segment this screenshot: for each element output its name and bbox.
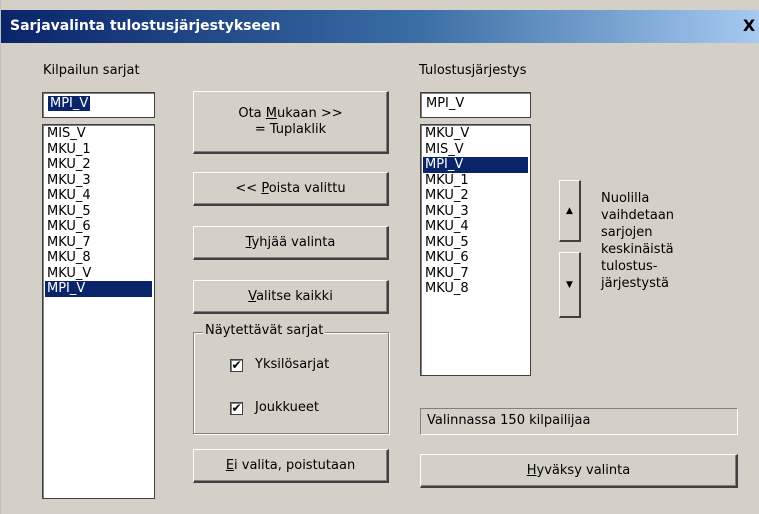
accept-selection-label: Hyväksy valinta [526,462,631,478]
add-to-order-label: Ota Mukaan >> = Tuplaklik [238,106,343,137]
cancel-exit-label: Ei valita, poistutaan [225,457,356,473]
shown-series-group [193,332,389,434]
list-item[interactable]: MKU_8 [423,281,528,297]
down-arrow-icon: ▼ [566,279,573,290]
print-order-input[interactable]: MPI_V [420,92,531,118]
window-title: Sarjavalinta tulostusjärjestykseen [10,18,281,34]
list-item[interactable]: MKU_6 [45,219,152,235]
available-series-list[interactable]: MIS_V MKU_1 MKU_2 MKU_3 MKU_4 MKU_5 MKU_6 MKU_7… [42,124,155,499]
list-item[interactable]: MKU_7 [45,235,152,251]
up-arrow-icon: ▲ [566,205,573,216]
list-item[interactable]: MKU_8 [45,250,152,266]
individual-series-label: Yksilösarjat [255,357,330,372]
clear-selection-button[interactable]: Tyhjää valinta [193,226,389,260]
list-item[interactable]: MKU_7 [423,266,528,282]
dialog-window: Sarjavalinta tulostusjärjestykseen X Kil… [0,0,759,514]
cancel-exit-button[interactable]: Ei valita, poistutaan [193,449,389,483]
list-item[interactable]: MIS_V [45,126,152,142]
list-item[interactable]: MKU_2 [45,157,152,173]
selection-status: Valinnassa 150 kilpailijaa [420,408,738,435]
print-order-list[interactable]: MKU_V MIS_V MPI_V MKU_1 MKU_2 MKU_3 MKU_4 MKU_5… [420,124,531,376]
list-item[interactable]: MKU_3 [423,204,528,220]
order-hint-text: Nuolilla vaihdetaan sarjojen keskinäistä… [601,191,675,291]
remove-selected-label: << Poista valittu [235,180,346,196]
clear-selection-label: Tyhjää valinta [245,234,336,250]
list-item[interactable]: MKU_2 [423,188,528,204]
individual-series-checkbox[interactable]: ✔ [230,359,243,372]
shown-series-group-label: Näytettävät sarjat [203,323,326,338]
list-item[interactable]: MKU_4 [45,188,152,204]
accept-selection-button[interactable]: Hyväksy valinta [420,454,738,488]
title-bar[interactable]: Sarjavalinta tulostusjärjestykseen X [1,10,759,43]
list-item[interactable]: MIS_V [423,142,528,158]
list-item[interactable]: MKU_4 [423,219,528,235]
list-item[interactable]: MKU_5 [423,235,528,251]
move-down-button[interactable]: ▼ [559,252,581,318]
list-item[interactable]: MKU_V [45,266,152,282]
available-series-input-value: MPI_V [48,96,91,111]
select-all-button[interactable]: Valitse kaikki [193,280,389,314]
add-to-order-button[interactable]: Ota Mukaan >> = Tuplaklik [193,91,389,154]
move-up-button[interactable]: ▲ [559,180,581,242]
print-order-input-value: MPI_V [426,96,465,111]
list-item[interactable]: MKU_1 [45,142,152,158]
select-all-label: Valitse kaikki [248,288,333,304]
teams-checkbox[interactable]: ✔ [230,402,243,415]
list-item[interactable]: MPI_V [423,157,528,173]
list-item[interactable]: MPI_V [45,281,152,297]
available-series-input[interactable]: MPI_V [42,92,155,118]
print-order-label: Tulostusjärjestys [419,63,527,78]
list-item[interactable]: MKU_6 [423,250,528,266]
close-button[interactable]: X [740,18,758,35]
remove-selected-button[interactable]: << Poista valittu [193,172,389,206]
list-item[interactable]: MKU_3 [45,173,152,189]
list-item[interactable]: MKU_V [423,126,528,142]
teams-label: Joukkueet [255,400,320,415]
list-item[interactable]: MKU_1 [423,173,528,189]
list-item[interactable]: MKU_5 [45,204,152,220]
available-series-label: Kilpailun sarjat [43,63,140,78]
